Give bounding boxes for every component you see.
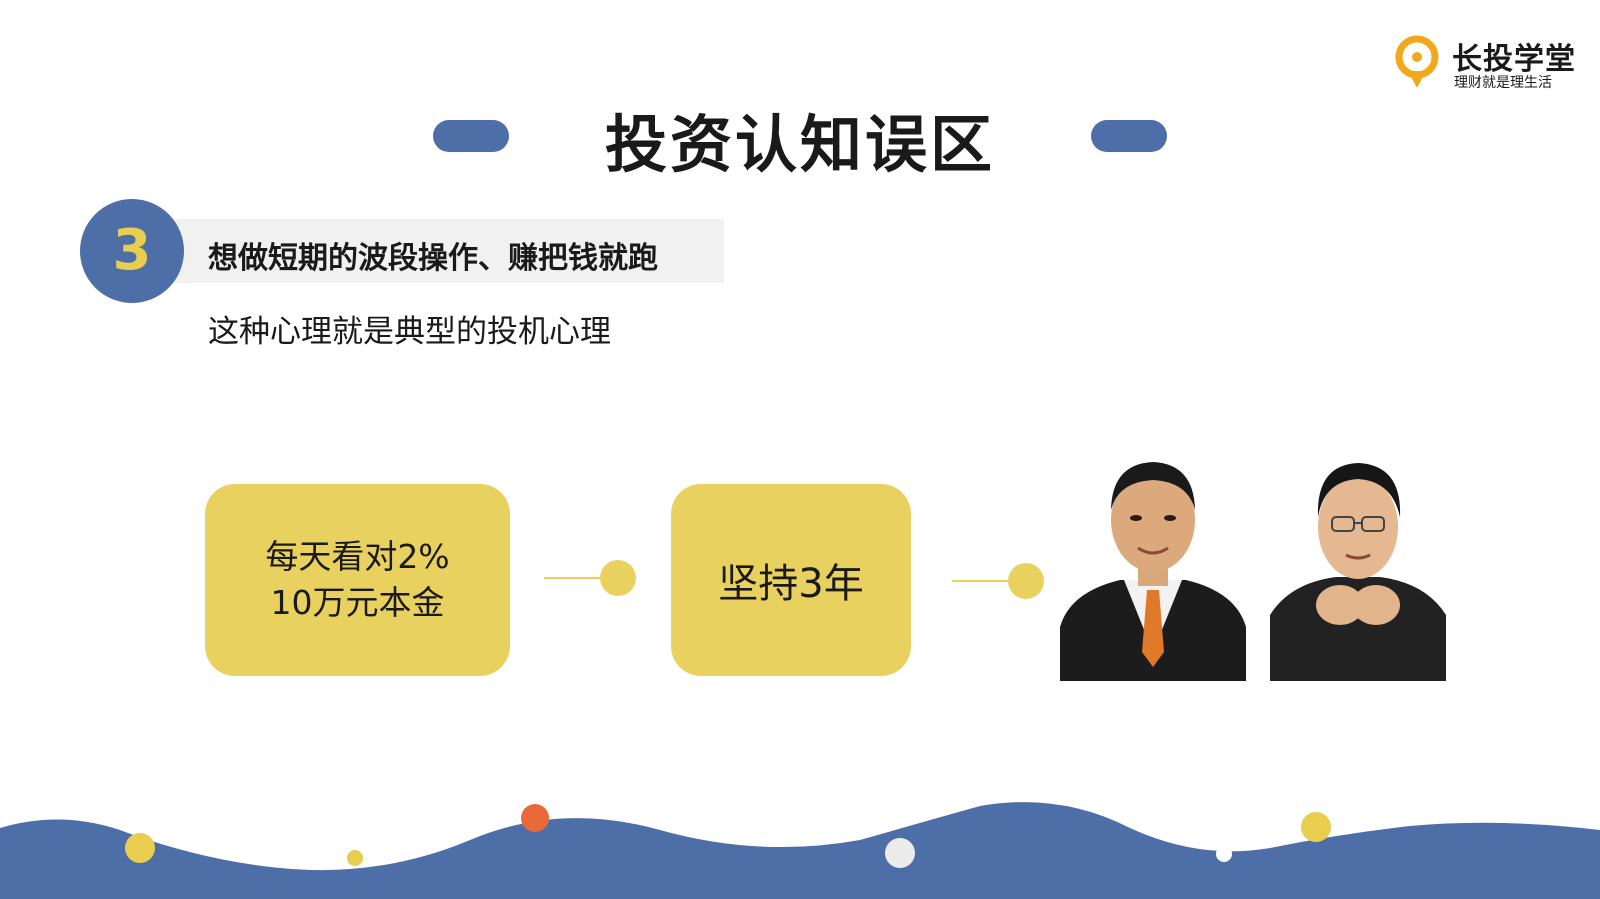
flow-connector-dot xyxy=(600,560,636,596)
flow-box-persist: 坚持3年 xyxy=(671,484,911,676)
title-decoration-left xyxy=(433,120,509,152)
flow-box-line: 10万元本金 xyxy=(270,583,445,622)
man-in-suit-portrait xyxy=(1060,462,1246,681)
flow-connector-dot xyxy=(1008,563,1044,599)
section-heading: 想做短期的波段操作、赚把钱就跑 xyxy=(208,241,658,276)
section-number: 3 xyxy=(112,218,152,283)
flow-box-label: 坚持3年 xyxy=(718,561,864,607)
title-decoration-right xyxy=(1091,120,1167,152)
section-number-badge: 3 xyxy=(80,199,184,303)
man-with-glasses-portrait xyxy=(1270,463,1446,681)
section-subtitle: 这种心理就是典型的投机心理 xyxy=(208,314,611,350)
bottom-wave-decoration xyxy=(0,802,1600,899)
lightbulb-logo-icon xyxy=(1395,35,1439,88)
page-title: 投资认知误区 xyxy=(604,108,995,181)
brand-slogan: 理财就是理生活 xyxy=(1454,75,1552,91)
flow-box-line: 每天看对2% xyxy=(265,537,450,576)
flow-box-daily-gain: 每天看对2% 10万元本金 xyxy=(205,484,510,676)
